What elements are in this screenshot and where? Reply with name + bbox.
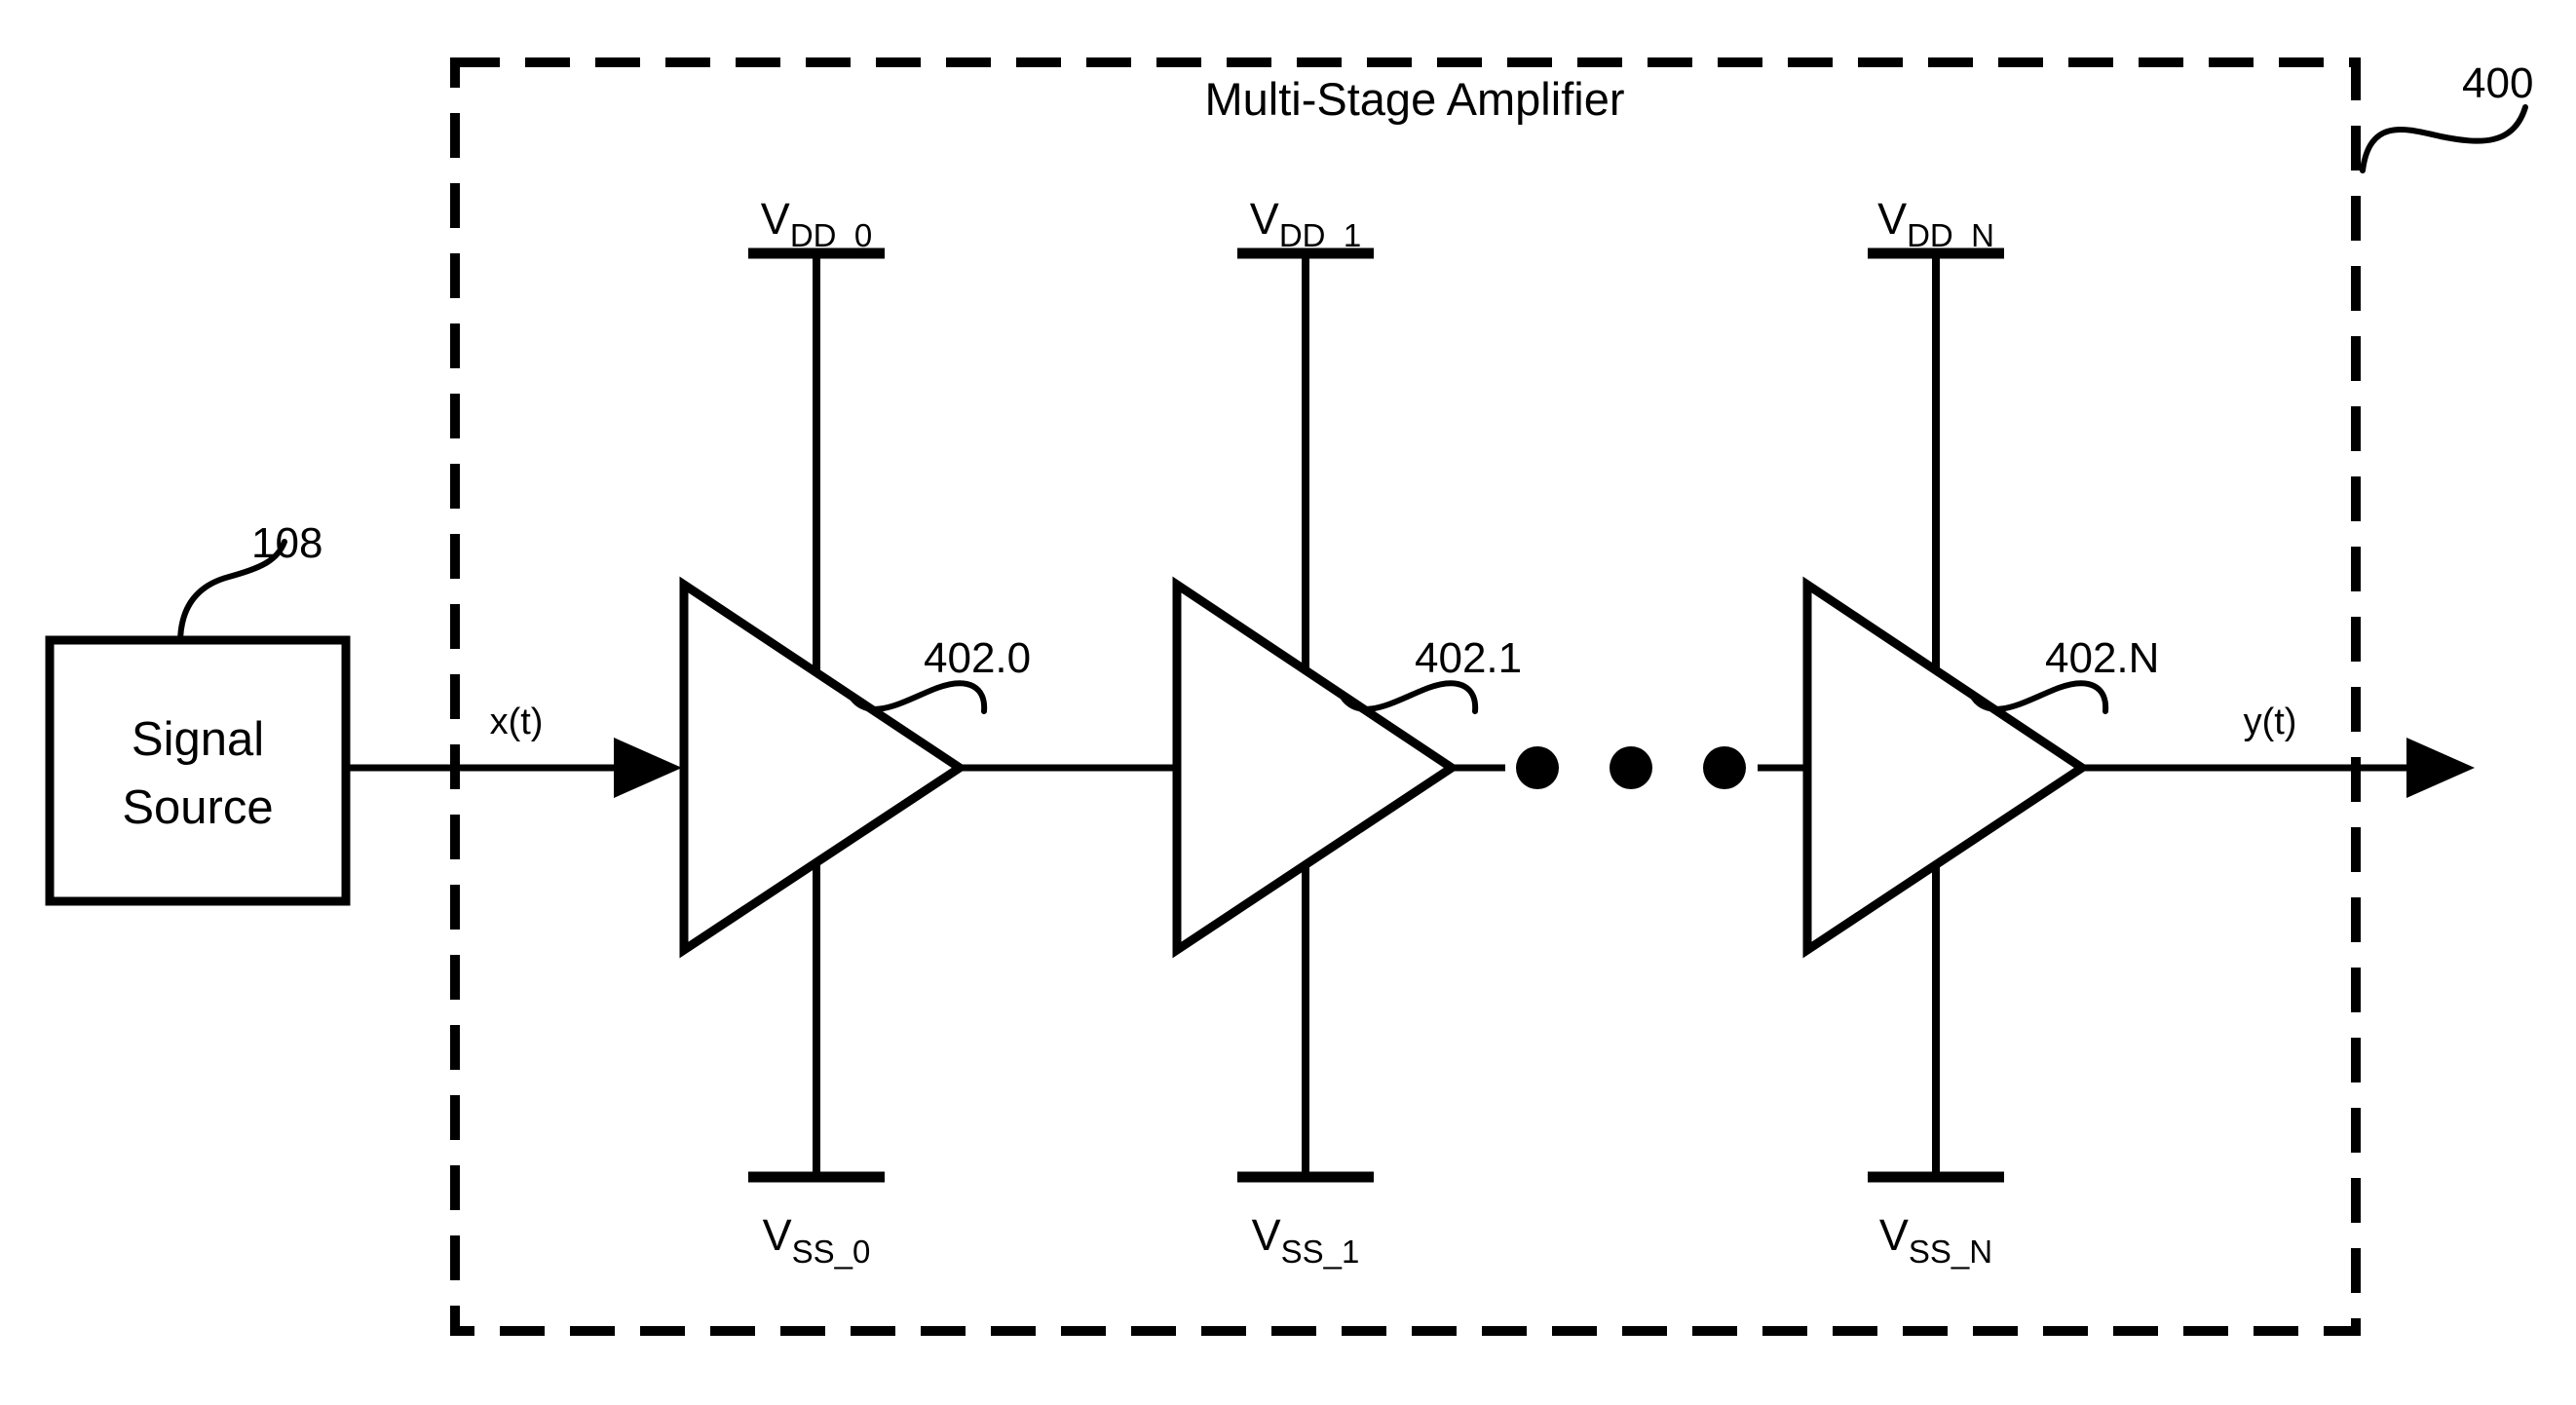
amplifier-stage-1: VDD_1 VSS_1 402.1 — [1172, 194, 1522, 1270]
stage-ellipsis — [1516, 746, 1746, 789]
stage-0-amplifier-triangle — [679, 576, 968, 959]
amplifier-stage-0: VDD_0 VSS_0 402.0 — [679, 194, 1031, 1270]
input-signal-label: x(t) — [490, 702, 544, 742]
reference-numeral-108: 108 — [251, 519, 322, 567]
stage-1-vdd-symbol: V — [1250, 194, 1279, 244]
stage-n-vss-symbol: V — [1879, 1210, 1909, 1260]
stage-n-vdd-subscript: DD_N — [1907, 217, 1994, 253]
signal-source-label-line2: Source — [122, 781, 273, 834]
reference-400-leader-line — [2360, 104, 2528, 173]
stage-0-vdd-label: VDD_0 — [761, 194, 872, 253]
stage-n-reference-leader-line — [1968, 680, 2109, 714]
amplifier-stage-n: VDD_N VSS_N 402.N — [1802, 194, 2159, 1270]
figure-canvas: Multi-Stage Amplifier 400 108 Signal Sou… — [0, 0, 2576, 1405]
signal-source-label-line1: Signal — [132, 713, 264, 766]
input-arrowhead — [614, 738, 682, 798]
stage-1-reference-numeral: 402.1 — [1415, 634, 1522, 682]
ellipsis-dot — [1610, 746, 1652, 789]
stage-1-amplifier-triangle — [1172, 576, 1460, 959]
stage-1-vdd-subscript: DD_1 — [1279, 217, 1361, 253]
signal-source-box — [45, 635, 351, 906]
stage-n-vss-label: VSS_N — [1879, 1210, 1992, 1270]
stage-1-vdd-label: VDD_1 — [1250, 194, 1361, 253]
stage-0-vss-label: VSS_0 — [763, 1210, 871, 1270]
output-signal-label: y(t) — [2244, 702, 2297, 742]
multi-stage-amplifier-diagram: Multi-Stage Amplifier 400 108 Signal Sou… — [45, 57, 2533, 1336]
reference-numeral-400: 400 — [2462, 59, 2533, 107]
stage-0-reference-numeral: 402.0 — [924, 634, 1031, 682]
ellipsis-dot — [1516, 746, 1559, 789]
stage-0-vss-symbol: V — [763, 1210, 792, 1260]
stage-n-amplifier-triangle — [1802, 576, 2091, 959]
stage-0-vdd-symbol: V — [761, 194, 790, 244]
stage-1-vss-symbol: V — [1252, 1210, 1281, 1260]
stage-n-reference-numeral: 402.N — [2045, 634, 2159, 682]
stage-0-vdd-subscript: DD_0 — [790, 217, 872, 253]
stage-1-vss-subscript: SS_1 — [1281, 1234, 1360, 1270]
output-arrowhead — [2406, 738, 2475, 798]
stage-0-vss-subscript: SS_0 — [792, 1234, 871, 1270]
stage-1-vss-label: VSS_1 — [1252, 1210, 1360, 1270]
ellipsis-dot — [1703, 746, 1746, 789]
stage-1-reference-leader-line — [1338, 680, 1479, 714]
stage-n-vdd-symbol: V — [1877, 194, 1907, 244]
stage-n-vdd-label: VDD_N — [1877, 194, 1994, 253]
stage-n-vss-subscript: SS_N — [1909, 1234, 1992, 1270]
enclosure-title: Multi-Stage Amplifier — [1205, 73, 1625, 125]
stage-0-reference-leader-line — [847, 680, 988, 714]
